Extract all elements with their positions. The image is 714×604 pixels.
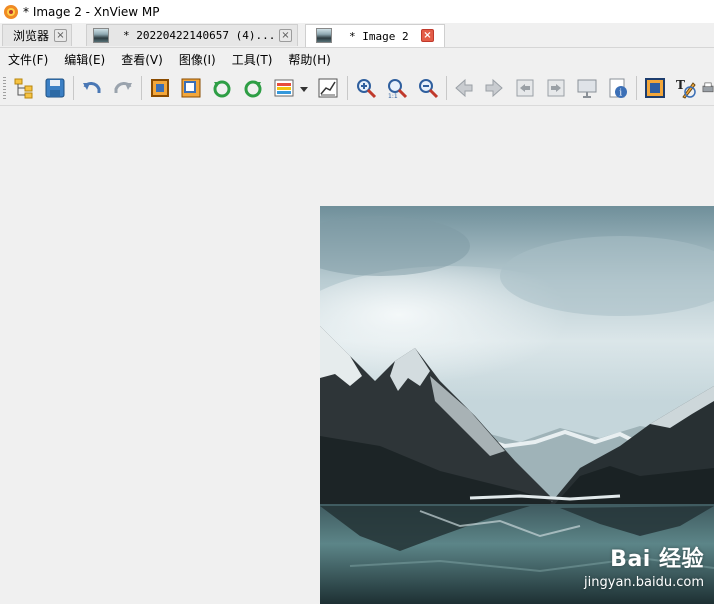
zoom-actual-icon[interactable]: 1:1 — [384, 75, 410, 101]
menu-view[interactable]: 查看(V) — [113, 51, 171, 68]
tab-label: * Image 2 — [349, 29, 409, 43]
tab-label: * 20220422140657 (4)... — [123, 29, 276, 42]
close-tab-icon[interactable]: × — [421, 29, 434, 42]
tab-bar: 浏览器 × * 20220422140657 (4)... × * Image … — [0, 23, 714, 48]
xnview-app-icon — [4, 4, 18, 19]
menu-image[interactable]: 图像(I) — [171, 51, 224, 68]
zoom-out-icon[interactable] — [415, 75, 441, 101]
info-icon[interactable]: i — [605, 75, 631, 101]
tab-image-2[interactable]: * Image 2 × — [305, 24, 445, 47]
svg-text:T: T — [676, 78, 685, 92]
toolbar-separator — [347, 76, 348, 100]
redo-icon[interactable] — [110, 75, 136, 101]
toolbar-grip[interactable] — [3, 77, 6, 99]
window-title: * Image 2 - XnView MP — [23, 4, 160, 19]
crop-icon[interactable] — [147, 75, 173, 101]
toolbar-separator — [446, 76, 447, 100]
watermark-url: jingyan.baidu.com — [584, 575, 704, 590]
rotate-left-icon[interactable] — [209, 75, 235, 101]
adjust-colors-icon[interactable] — [271, 75, 297, 101]
close-tab-icon[interactable]: × — [279, 29, 292, 42]
back-arrow-icon[interactable] — [451, 75, 477, 101]
title-bar: * Image 2 - XnView MP — [0, 0, 714, 23]
watermark: Bai 经验 jingyan.baidu.com — [584, 541, 704, 590]
resize-icon[interactable] — [178, 75, 204, 101]
tab-image-20220422140657[interactable]: * 20220422140657 (4)... × — [86, 24, 298, 46]
zoom-in-icon[interactable] — [353, 75, 379, 101]
text-tool-icon[interactable]: T — [673, 75, 699, 101]
toolbar-separator — [141, 76, 142, 100]
svg-text:1:1: 1:1 — [388, 93, 398, 99]
menu-file[interactable]: 文件(F) — [0, 51, 56, 68]
image-thumbnail-icon — [316, 28, 332, 43]
save-icon[interactable] — [42, 75, 68, 101]
levels-icon[interactable] — [315, 75, 341, 101]
printer-icon[interactable] — [701, 75, 714, 101]
undo-icon[interactable] — [79, 75, 105, 101]
toolbar: 1:1 i T — [0, 71, 714, 106]
dropdown-arrow-icon[interactable] — [297, 75, 311, 101]
previous-file-icon[interactable] — [512, 75, 538, 101]
toolbar-separator — [636, 76, 637, 100]
close-tab-icon[interactable]: × — [54, 29, 67, 42]
folder-tree-icon[interactable] — [11, 75, 37, 101]
svg-text:i: i — [619, 89, 622, 99]
menu-edit[interactable]: 编辑(E) — [56, 51, 113, 68]
slideshow-icon[interactable] — [574, 75, 600, 101]
toolbar-separator — [73, 76, 74, 100]
next-file-icon[interactable] — [543, 75, 569, 101]
menu-tools[interactable]: 工具(T) — [224, 51, 281, 68]
watermark-logo: Bai 经验 — [610, 547, 704, 572]
tab-browser[interactable]: 浏览器 × — [2, 24, 72, 46]
fit-screen-icon[interactable] — [642, 75, 668, 101]
tab-label: 浏览器 — [13, 29, 50, 43]
forward-arrow-icon[interactable] — [481, 75, 507, 101]
image-thumbnail-icon — [93, 28, 109, 43]
menu-bar: 文件(F) 编辑(E) 查看(V) 图像(I) 工具(T) 帮助(H) — [0, 48, 714, 70]
rotate-right-icon[interactable] — [240, 75, 266, 101]
image-canvas[interactable]: Bai 经验 jingyan.baidu.com — [0, 106, 714, 604]
mountain-lake-photo: Bai 经验 jingyan.baidu.com — [320, 206, 714, 604]
menu-help[interactable]: 帮助(H) — [280, 51, 338, 68]
